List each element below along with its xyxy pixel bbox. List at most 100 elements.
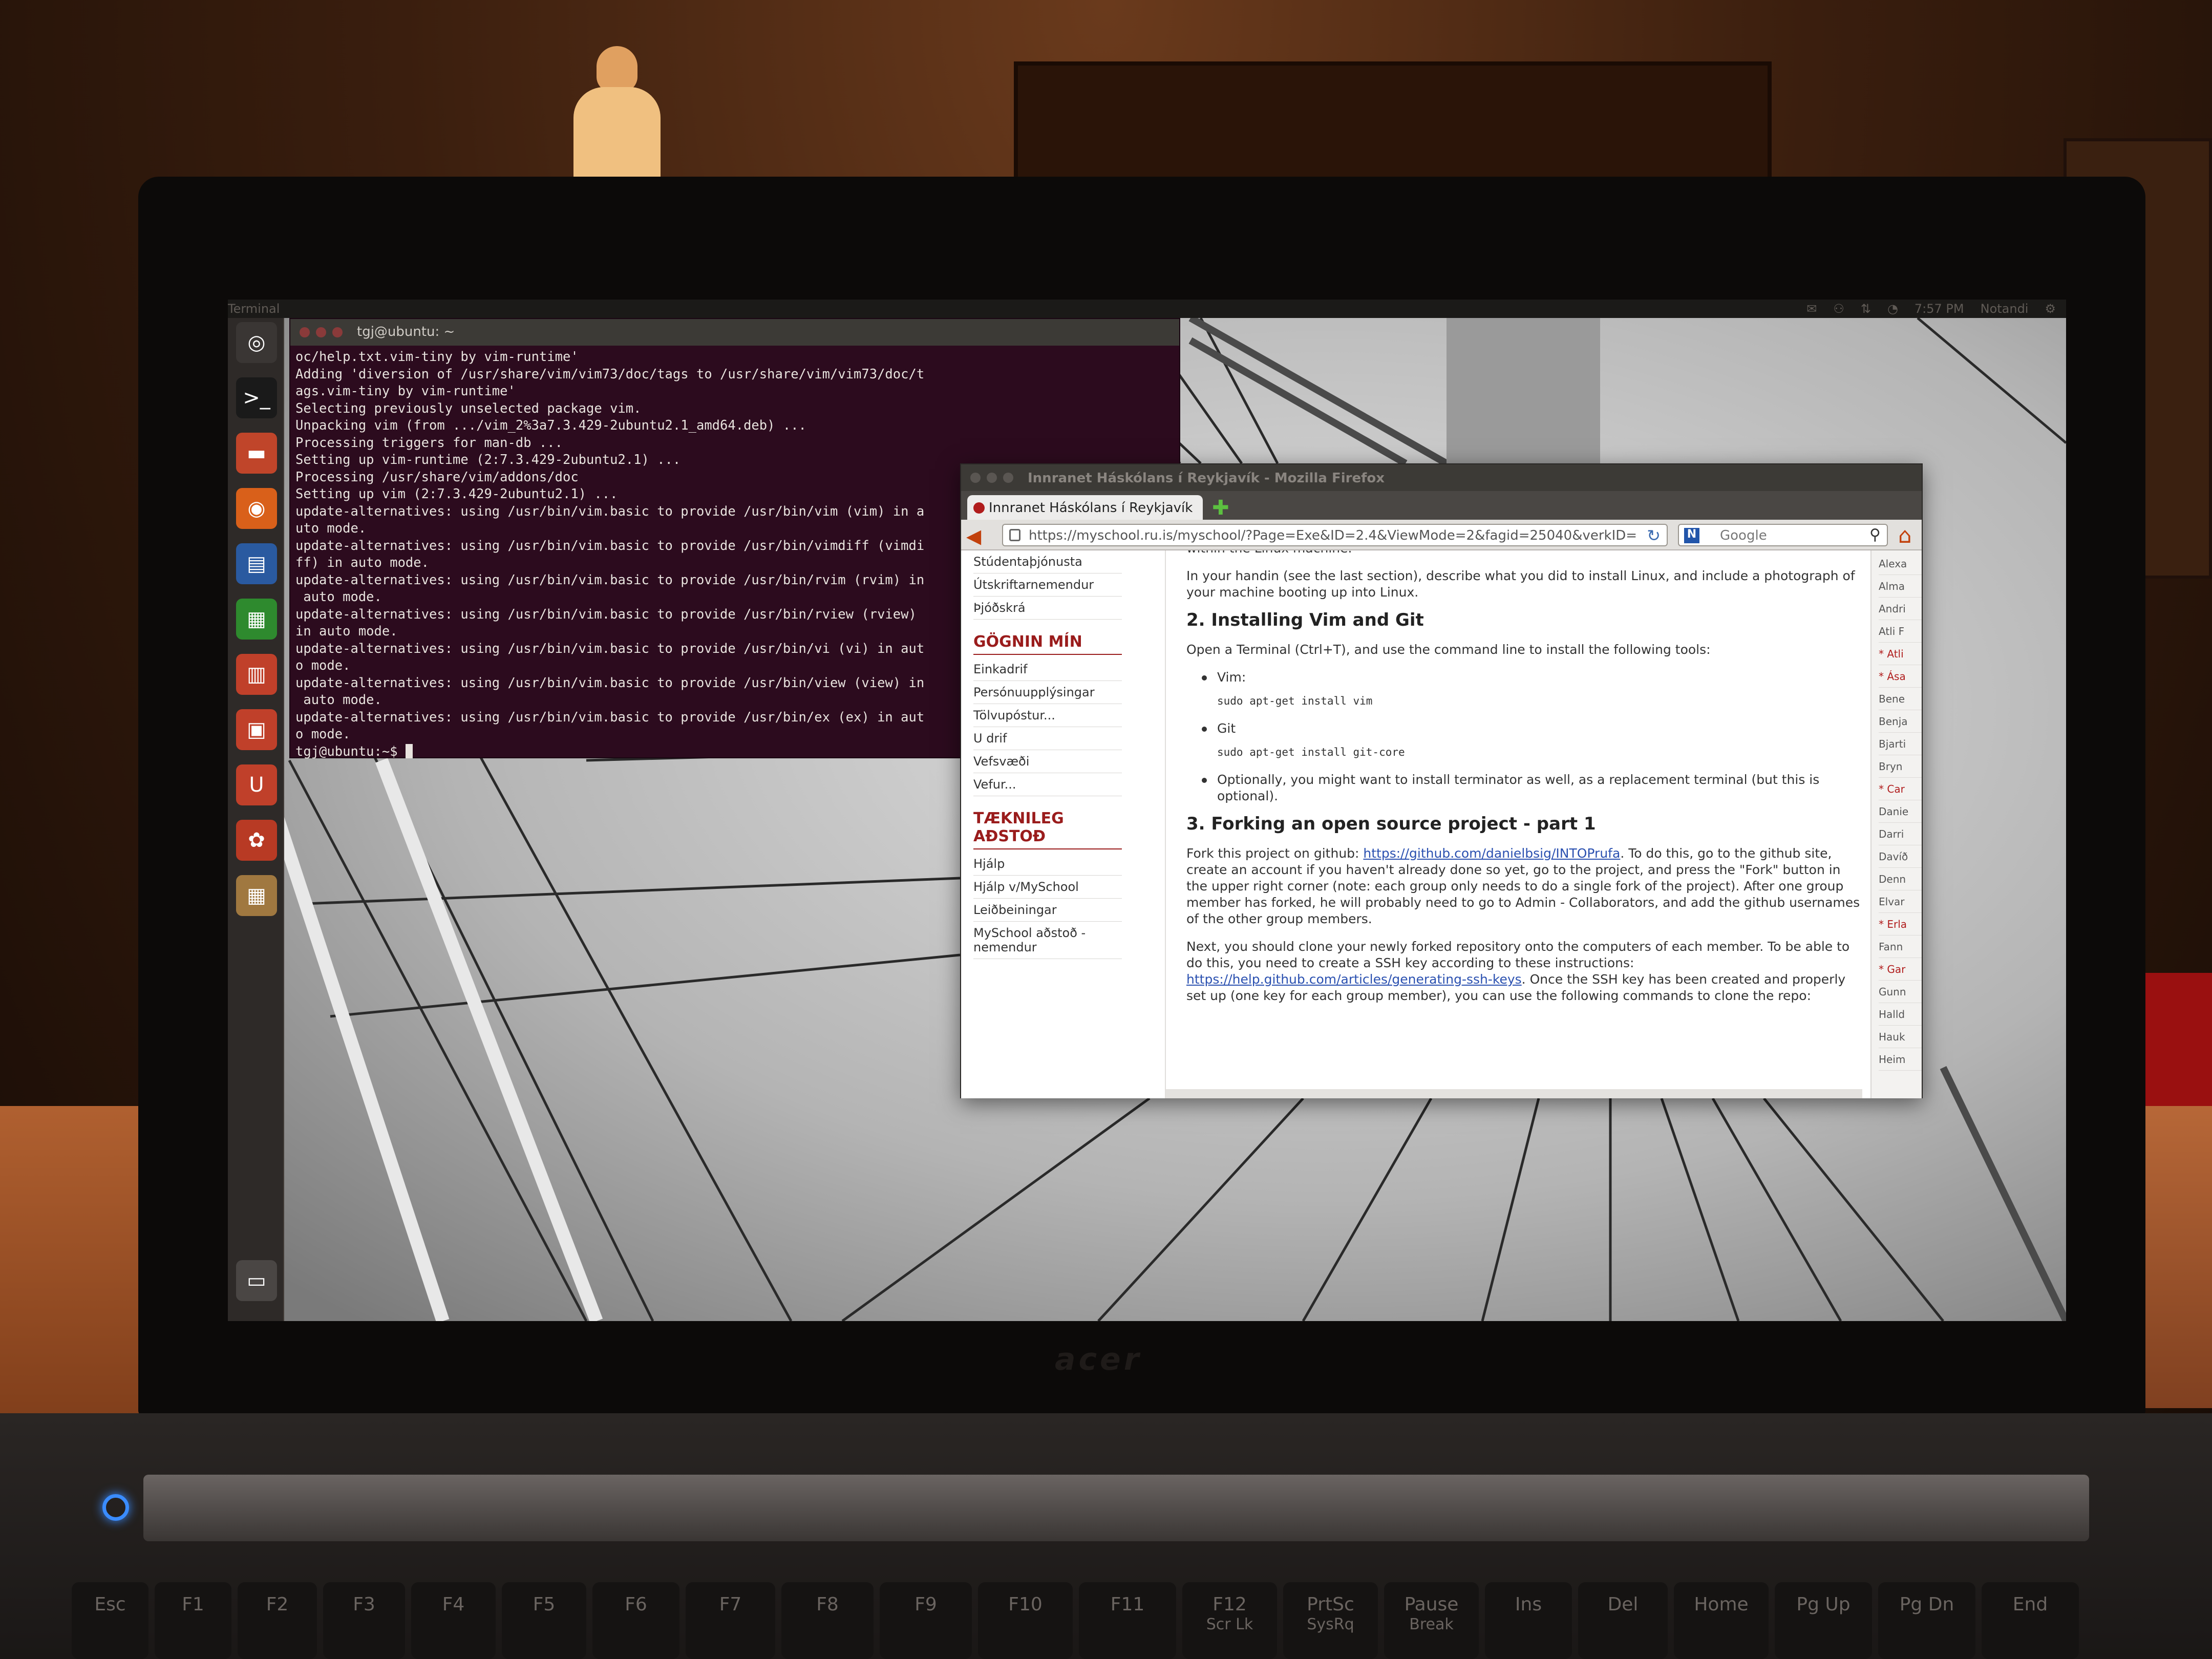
member-list-item[interactable]: Benja [1879, 710, 1922, 733]
fork-repo-link[interactable]: https://github.com/danielbsig/INTOPrufa [1363, 846, 1620, 861]
key-pause[interactable]: Pause Break [1384, 1582, 1479, 1659]
member-list-item[interactable]: Alma [1879, 575, 1922, 598]
member-list-item[interactable]: * Atli [1879, 643, 1922, 665]
key-prtsc[interactable]: PrtSc SysRq [1283, 1582, 1378, 1659]
article-fragment: within the Linux machine. [1186, 550, 1862, 557]
sidebar-item-support-0[interactable]: Hjálp [973, 853, 1122, 876]
impress-icon[interactable]: ▥ [236, 654, 277, 695]
key-del[interactable]: Del [1578, 1582, 1668, 1659]
search-input[interactable]: N Google ⚲ [1678, 524, 1888, 546]
url-bar[interactable]: https://myschool.ru.is/myschool/?Page=Ex… [1002, 524, 1668, 546]
horizontal-scrollbar[interactable] [1166, 1089, 1862, 1098]
member-list-item[interactable]: Fann [1879, 935, 1922, 958]
sidebar-item-support-2[interactable]: Leiðbeiningar [973, 899, 1122, 922]
search-engine-icon[interactable]: N [1684, 528, 1699, 543]
ssh-keys-link[interactable]: https://help.github.com/articles/generat… [1186, 972, 1522, 987]
firefox-titlebar[interactable]: Innranet Háskólans í Reykjavík - Mozilla… [961, 464, 1922, 491]
key-f4[interactable]: F4 [411, 1582, 496, 1659]
sidebar-item-my-data-4[interactable]: Vefsvæði [973, 750, 1122, 773]
key-f1[interactable]: F1 [155, 1582, 231, 1659]
new-tab-icon[interactable]: ✚ [1212, 496, 1229, 520]
member-list-item[interactable]: Bjarti [1879, 733, 1922, 755]
member-list-item[interactable]: * Car [1879, 778, 1922, 800]
minimize-icon[interactable] [316, 327, 326, 337]
ubuntu-one-icon[interactable]: U [236, 764, 277, 805]
laptop-logo: acer [1055, 1342, 1142, 1377]
member-list-item[interactable]: Alexa [1879, 552, 1922, 575]
firefox-window[interactable]: Innranet Háskólans í Reykjavík - Mozilla… [960, 463, 1923, 1098]
sidebar-item-support-1[interactable]: Hjálp v/MySchool [973, 876, 1122, 899]
member-list-item[interactable]: Hauk [1879, 1026, 1922, 1048]
member-list-item[interactable]: Halld [1879, 1003, 1922, 1026]
member-list-item[interactable]: Elvar [1879, 890, 1922, 913]
key-f8[interactable]: F8 [781, 1582, 874, 1659]
member-list-item[interactable]: Atli F [1879, 620, 1922, 643]
tab-innranet[interactable]: Innranet Háskólans í Reykjavík [967, 495, 1203, 520]
sidebar-item-top-2[interactable]: Þjóðskrá [973, 597, 1122, 620]
panel-indicator[interactable]: ◔ [1887, 302, 1898, 316]
member-list-item[interactable]: Heim [1879, 1048, 1922, 1071]
panel-indicator[interactable]: ⚇ [1833, 302, 1844, 316]
member-list-item[interactable]: Bryn [1879, 755, 1922, 778]
reload-icon[interactable]: ↻ [1647, 526, 1661, 545]
power-icon[interactable] [102, 1494, 129, 1521]
sidebar-item-my-data-2[interactable]: Tölvupóstur... [973, 704, 1122, 727]
software-center-icon[interactable]: ▣ [236, 709, 277, 750]
workspaces-icon[interactable]: ▦ [236, 875, 277, 916]
panel-indicator[interactable]: ⇅ [1861, 302, 1871, 316]
terminal-titlebar[interactable]: tgj@ubuntu: ~ [290, 319, 1179, 346]
sidebar-item-top-0[interactable]: Stúdentaþjónusta [973, 550, 1122, 573]
writer-icon[interactable]: ▤ [236, 543, 277, 584]
panel-indicator[interactable]: ✉ [1806, 302, 1817, 316]
search-icon[interactable]: ⚲ [1869, 526, 1881, 544]
firefox-icon[interactable]: ◉ [236, 488, 277, 529]
member-list-item[interactable]: Davíð [1879, 845, 1922, 868]
key-f11[interactable]: F11 [1079, 1582, 1176, 1659]
key-f9[interactable]: F9 [880, 1582, 972, 1659]
panel-indicator[interactable]: 7:57 PM [1915, 302, 1964, 316]
maximize-icon[interactable] [332, 327, 343, 337]
close-icon[interactable] [970, 473, 981, 483]
trash-icon[interactable]: ▭ [236, 1260, 277, 1301]
settings-icon[interactable]: ✿ [236, 820, 277, 861]
key-home[interactable]: Home [1674, 1582, 1769, 1659]
sidebar-item-my-data-5[interactable]: Vefur... [973, 773, 1122, 796]
key-ins[interactable]: Ins [1485, 1582, 1572, 1659]
close-icon[interactable] [300, 327, 310, 337]
back-arrow-icon[interactable]: ◀ [966, 525, 981, 547]
key-pg-up[interactable]: Pg Up [1775, 1582, 1872, 1659]
key-f7[interactable]: F7 [686, 1582, 775, 1659]
member-list-item[interactable]: * Erla [1879, 913, 1922, 935]
terminal-icon[interactable]: >_ [236, 377, 277, 418]
sidebar-item-top-1[interactable]: Útskriftarnemendur [973, 573, 1122, 597]
panel-indicator[interactable]: ⚙ [2045, 302, 2056, 316]
member-list-item[interactable]: Denn [1879, 868, 1922, 890]
minimize-icon[interactable] [987, 473, 997, 483]
key-esc[interactable]: Esc [72, 1582, 148, 1659]
sidebar-item-my-data-1[interactable]: Persónuupplýsingar [973, 681, 1122, 704]
member-list-item[interactable]: * Ása [1879, 665, 1922, 688]
maximize-icon[interactable] [1003, 473, 1013, 483]
key-f5[interactable]: F5 [502, 1582, 586, 1659]
member-list-item[interactable]: Darri [1879, 823, 1922, 845]
member-list-item[interactable]: Andri [1879, 598, 1922, 620]
member-list-item[interactable]: Gunn [1879, 981, 1922, 1003]
key-f3[interactable]: F3 [323, 1582, 405, 1659]
home-icon[interactable]: ⌂ [1898, 523, 1912, 548]
key-pg-dn[interactable]: Pg Dn [1878, 1582, 1975, 1659]
key-f10[interactable]: F10 [978, 1582, 1073, 1659]
files-icon[interactable]: ▬ [236, 433, 277, 474]
key-f6[interactable]: F6 [592, 1582, 679, 1659]
sidebar-item-my-data-3[interactable]: U drif [973, 727, 1122, 750]
member-list-item[interactable]: Danie [1879, 800, 1922, 823]
calc-icon[interactable]: ▦ [236, 599, 277, 640]
sidebar-item-support-3[interactable]: MySchool aðstoð - nemendur [973, 922, 1122, 959]
member-list-item[interactable]: * Gar [1879, 958, 1922, 981]
sidebar-item-my-data-0[interactable]: Einkadrif [973, 658, 1122, 681]
key-f12[interactable]: F12 Scr Lk [1182, 1582, 1277, 1659]
panel-indicator[interactable]: Notandi [1981, 302, 2029, 316]
key-f2[interactable]: F2 [238, 1582, 317, 1659]
dash-icon[interactable]: ◎ [236, 322, 277, 363]
member-list-item[interactable]: Bene [1879, 688, 1922, 710]
key-end[interactable]: End [1982, 1582, 2079, 1659]
